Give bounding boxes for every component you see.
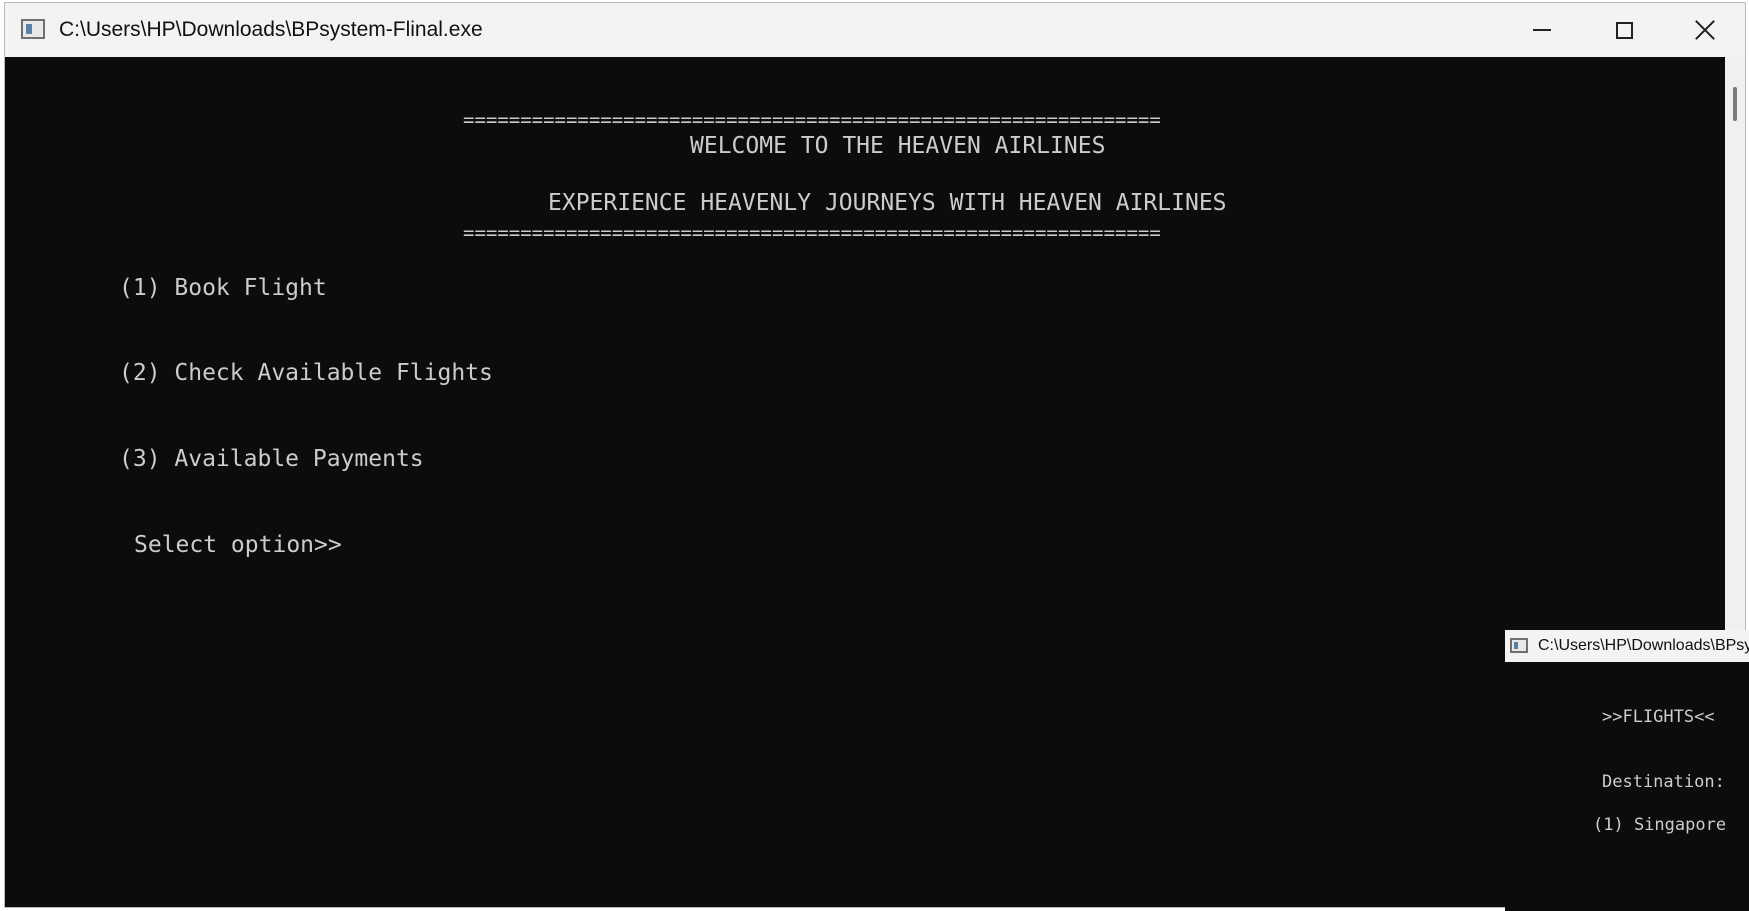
console-output[interactable]: ========================================…: [5, 57, 1725, 907]
flights-heading: >>FLIGHTS<<: [1602, 707, 1715, 727]
title-bar[interactable]: C:\Users\HP\Downloads\BPsystem-Flinal.ex…: [5, 3, 1745, 58]
select-option-prompt[interactable]: Select option>>: [134, 532, 342, 558]
close-icon: [1694, 19, 1716, 41]
minimize-icon: [1533, 29, 1551, 31]
flights-title-bar[interactable]: C:\Users\HP\Downloads\BPsy: [1505, 630, 1749, 662]
menu-option-payments: (3) Available Payments: [119, 446, 424, 472]
menu-option-check-flights: (2) Check Available Flights: [119, 360, 493, 386]
flights-console-output[interactable]: >>FLIGHTS<< Destination: (1) Singapore: [1505, 662, 1749, 911]
console-app-icon: [1510, 638, 1528, 653]
banner-border-top: ========================================…: [463, 109, 1161, 131]
banner-border-bottom: ========================================…: [463, 222, 1161, 244]
flights-console-window[interactable]: C:\Users\HP\Downloads\BPsy >>FLIGHTS<< D…: [1505, 630, 1749, 911]
scrollbar-thumb[interactable]: [1733, 87, 1737, 121]
maximize-button[interactable]: [1583, 3, 1665, 57]
flights-window-title: C:\Users\HP\Downloads\BPsy: [1538, 637, 1749, 654]
window-title: C:\Users\HP\Downloads\BPsystem-Flinal.ex…: [59, 18, 483, 41]
close-button[interactable]: [1665, 3, 1745, 57]
destination-option-singapore: (1) Singapore: [1593, 815, 1727, 835]
welcome-heading: WELCOME TO THE HEAVEN AIRLINES: [690, 133, 1106, 159]
minimize-button[interactable]: [1501, 3, 1583, 57]
maximize-icon: [1615, 21, 1633, 39]
destination-label: Destination:: [1602, 772, 1725, 792]
console-app-icon: [21, 19, 45, 39]
menu-option-book-flight: (1) Book Flight: [119, 275, 327, 301]
console-window[interactable]: C:\Users\HP\Downloads\BPsystem-Flinal.ex…: [4, 2, 1746, 908]
tagline: EXPERIENCE HEAVENLY JOURNEYS WITH HEAVEN…: [548, 190, 1227, 216]
